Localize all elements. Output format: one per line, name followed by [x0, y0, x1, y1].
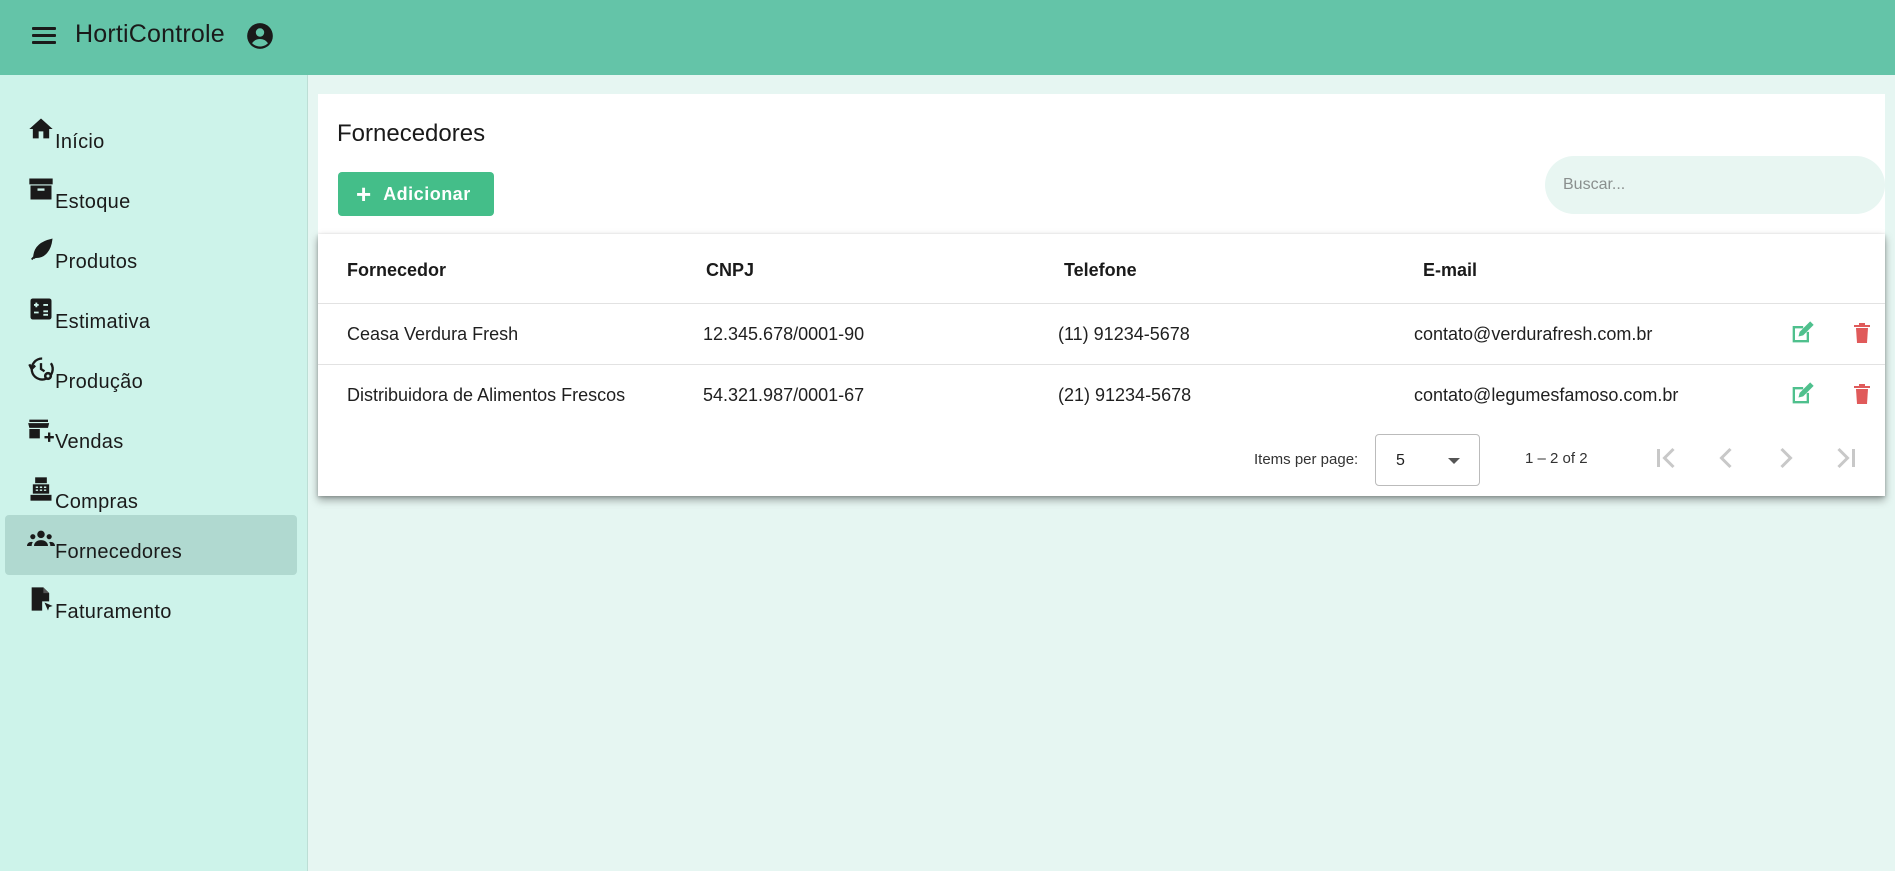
first-page-icon[interactable] — [1648, 440, 1684, 476]
sidebar-item-faturamento[interactable]: Faturamento — [5, 575, 297, 635]
sidebar-item-label: Vendas — [55, 431, 124, 453]
sidebar-item-label: Produção — [55, 371, 144, 393]
sidebar-item-label: Compras — [55, 491, 139, 513]
history-gear-icon — [28, 357, 54, 381]
file-pointer-icon — [31, 587, 53, 611]
cell-fornecedor: Distribuidora de Alimentos Frescos — [347, 385, 626, 405]
sidebar-item-estimativa[interactable]: Estimativa — [5, 285, 297, 345]
menu-icon[interactable] — [30, 24, 58, 48]
cell-fornecedor: Ceasa Verdura Fresh — [347, 324, 519, 344]
delete-icon[interactable] — [1850, 319, 1874, 347]
sidebar-item-produtos[interactable]: Produtos — [5, 225, 297, 285]
page-range-label: 1 – 2 of 2 — [1525, 450, 1588, 467]
leaf-icon — [31, 238, 53, 261]
top-app-bar: HortiControle — [0, 0, 1895, 75]
sidebar-item-inicio[interactable]: Início — [5, 105, 297, 165]
sidebar-item-label: Estoque — [55, 191, 131, 213]
cell-telefone: (21) 91234-5678 — [1058, 385, 1192, 405]
sidebar-item-estoque[interactable]: Estoque — [5, 165, 297, 225]
cell-email: contato@legumesfamoso.com.br — [1414, 385, 1679, 405]
groups-icon — [27, 530, 55, 546]
sidebar-item-fornecedores[interactable]: Fornecedores — [5, 515, 297, 575]
edit-icon[interactable] — [1788, 319, 1816, 347]
delete-icon[interactable] — [1850, 380, 1874, 408]
app-title: HortiControle — [75, 20, 225, 48]
suppliers-table: Fornecedor CNPJ Telefone E-mail Ceasa Ve… — [318, 234, 1885, 496]
sidebar-item-vendas[interactable]: Vendas — [5, 405, 297, 465]
sidebar-item-label: Fornecedores — [55, 541, 182, 563]
table-row[interactable]: Ceasa Verdura Fresh 12.345.678/0001-90 (… — [318, 304, 1885, 365]
cell-cnpj: 54.321.987/0001-67 — [703, 385, 865, 405]
search-input[interactable] — [1545, 156, 1885, 214]
plus-icon: + — [356, 179, 372, 209]
add-button-label: Adicionar — [383, 183, 471, 204]
header-fornecedor[interactable]: Fornecedor — [347, 260, 446, 281]
items-per-page-label: Items per page: — [1254, 451, 1359, 468]
cell-email: contato@verdurafresh.com.br — [1414, 324, 1653, 344]
header-email[interactable]: E-mail — [1423, 260, 1477, 281]
sidebar: Início Estoque Produtos Estimativa Produ… — [0, 75, 308, 871]
sidebar-item-label: Início — [55, 131, 105, 153]
edit-icon[interactable] — [1788, 380, 1816, 408]
archive-icon — [29, 178, 53, 200]
header-cnpj[interactable]: CNPJ — [706, 260, 754, 281]
sidebar-item-producao[interactable]: Produção — [5, 345, 297, 405]
sidebar-item-label: Estimativa — [55, 311, 151, 333]
cell-telefone: (11) 91234-5678 — [1058, 324, 1190, 344]
page-size-select[interactable]: 5 — [1375, 434, 1480, 486]
add-supplier-button[interactable]: + Adicionar — [338, 172, 494, 216]
header-telefone[interactable]: Telefone — [1064, 260, 1137, 281]
previous-page-icon[interactable] — [1708, 440, 1744, 476]
page-size-value: 5 — [1396, 452, 1405, 469]
cash-register-icon — [30, 477, 52, 501]
next-page-icon[interactable] — [1768, 440, 1804, 476]
cell-cnpj: 12.345.678/0001-90 — [703, 324, 865, 344]
home-icon — [29, 118, 53, 139]
sidebar-item-label: Produtos — [55, 251, 138, 273]
account-circle-icon[interactable] — [246, 22, 274, 50]
calculator-icon — [30, 298, 52, 320]
table-row[interactable]: Distribuidora de Alimentos Frescos 54.32… — [318, 365, 1885, 426]
sidebar-item-label: Faturamento — [55, 601, 172, 623]
chevron-down-icon — [1448, 458, 1460, 464]
last-page-icon[interactable] — [1828, 440, 1864, 476]
page-title: Fornecedores — [337, 120, 486, 147]
storefront-add-icon — [28, 419, 54, 442]
